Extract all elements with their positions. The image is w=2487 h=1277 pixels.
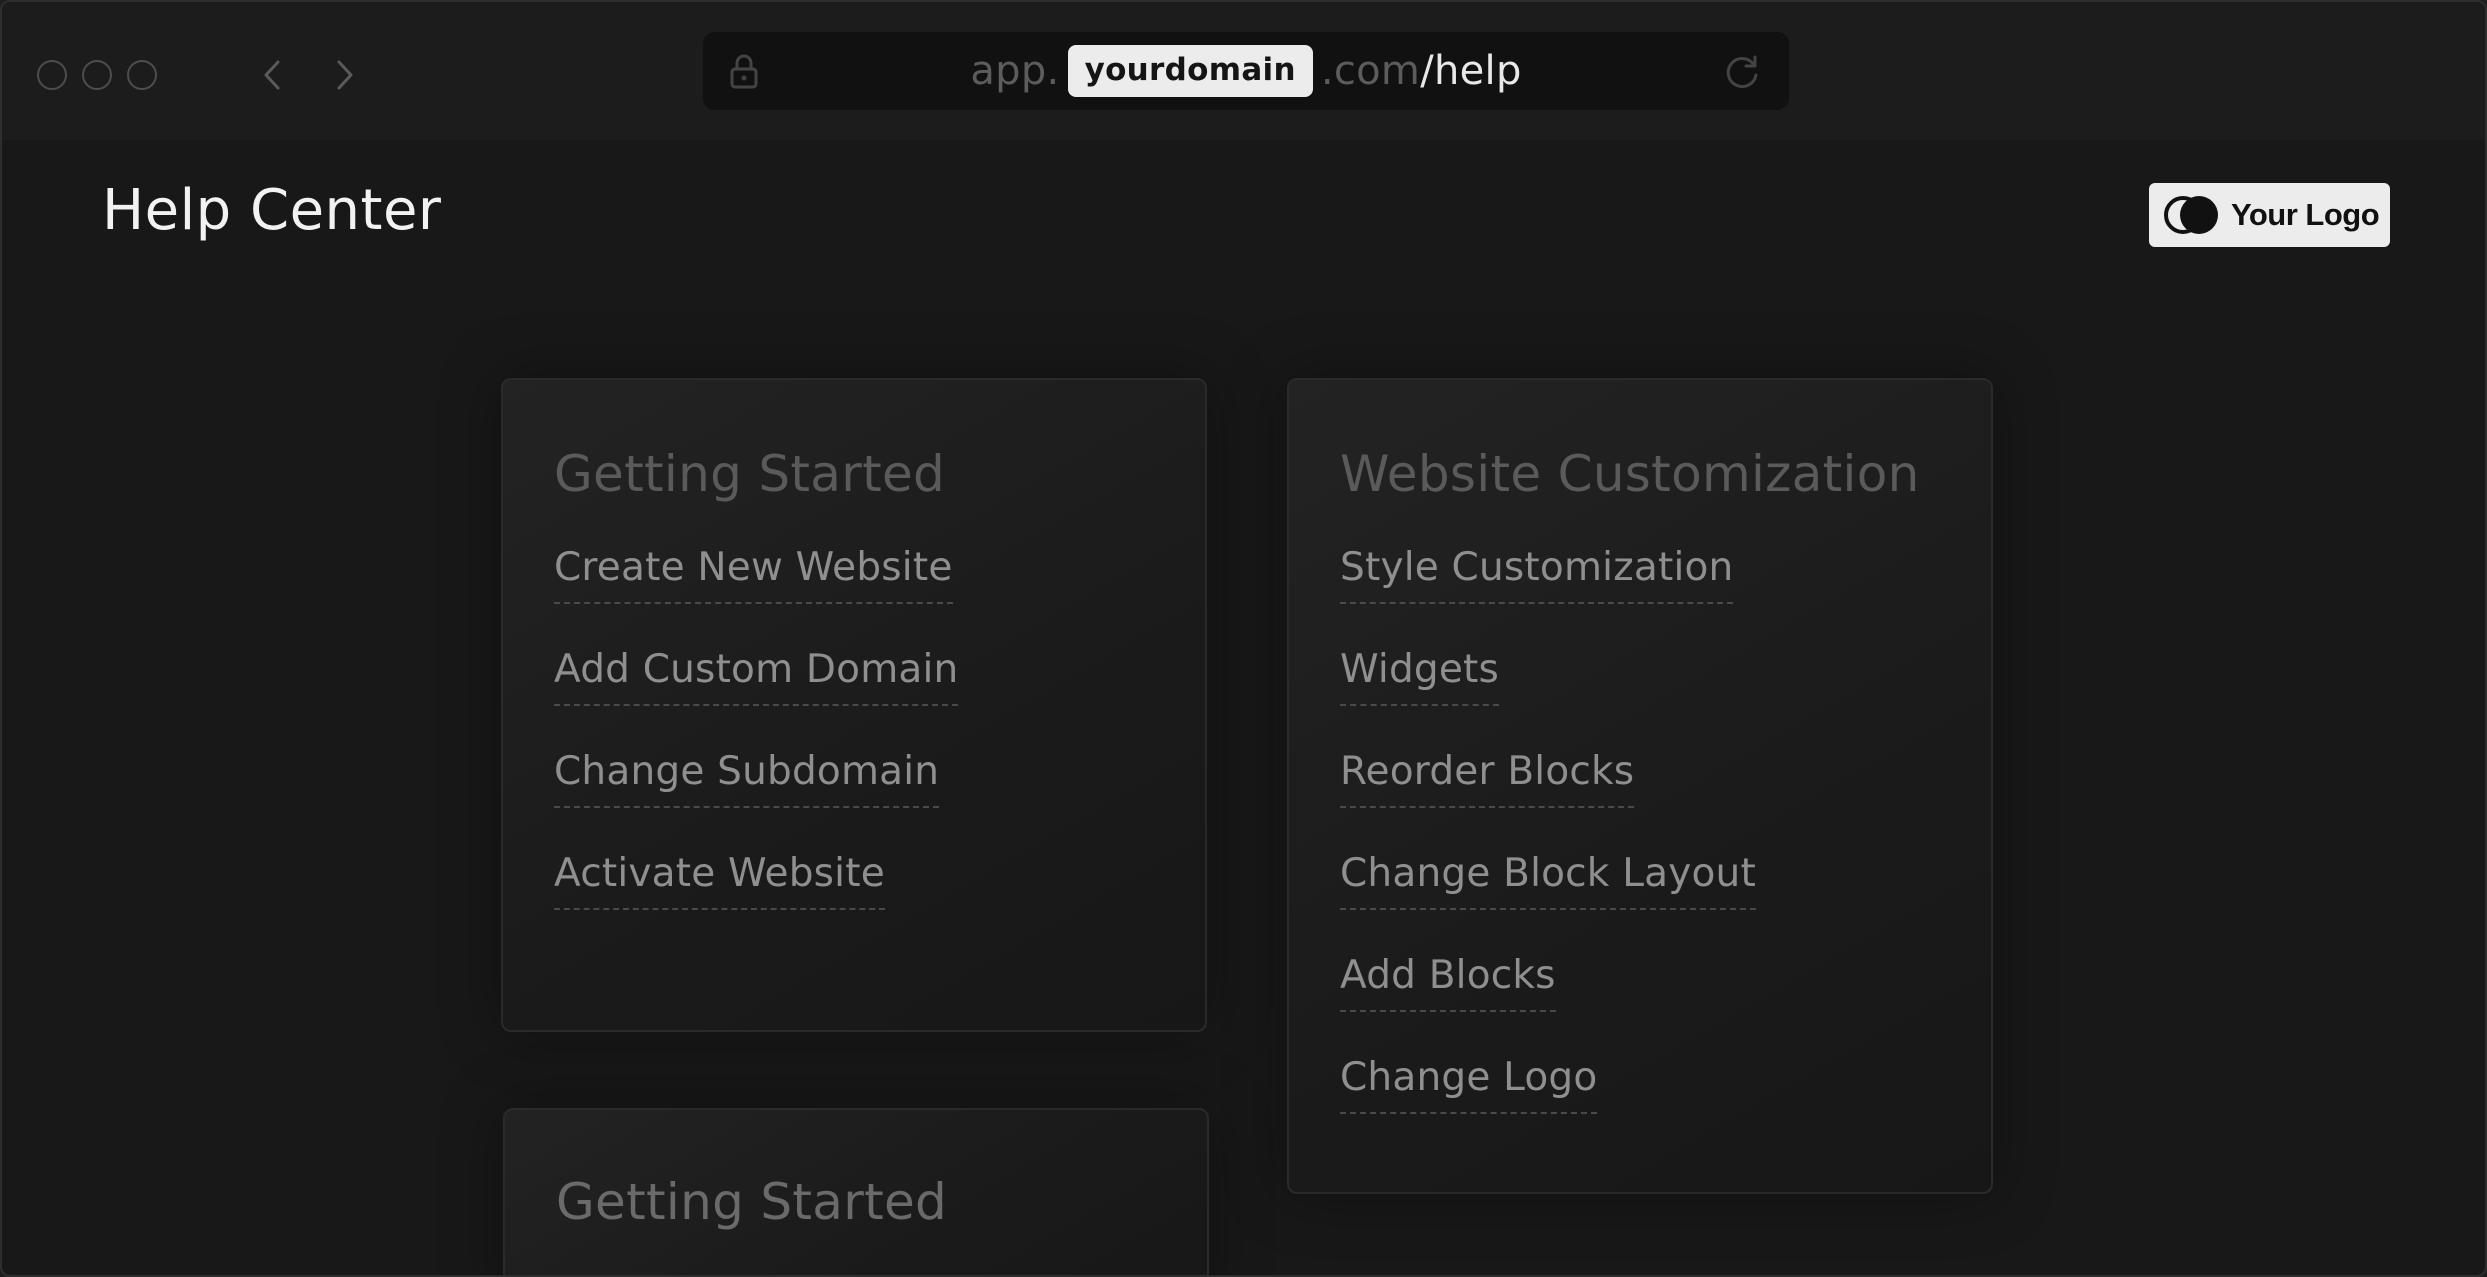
url-tld: .com [1320,48,1421,94]
logo-text: Your Logo [2231,197,2380,232]
help-link-change-subdomain[interactable]: Change Subdomain [554,746,940,808]
window-maximize-button[interactable] [127,60,157,90]
reload-icon[interactable] [1721,51,1763,93]
card-link-list: Style Customization Widgets Reorder Bloc… [1340,542,1991,1154]
card-title: Getting Started [556,1173,948,1231]
browser-toolbar: app. yourdomain .com /help [2,2,2485,140]
browser-window: app. yourdomain .com /help Help Center Y… [0,0,2487,1277]
logo-mark-icon [2164,196,2218,234]
help-card-website-customization: Website Customization Style Customizatio… [1287,378,1993,1194]
card-link-list: Create New Website Add Custom Domain Cha… [554,542,1205,950]
help-link-widgets[interactable]: Widgets [1340,644,1500,706]
help-link-style-customization[interactable]: Style Customization [1340,542,1734,604]
window-minimize-button[interactable] [82,60,112,90]
url-prefix: app. [970,48,1060,94]
url-domain-highlight: yourdomain [1067,45,1313,97]
help-link-change-logo[interactable]: Change Logo [1340,1052,1598,1114]
back-arrow-icon[interactable] [254,54,290,96]
card-title: Website Customization [1340,445,1920,503]
window-close-button[interactable] [37,60,67,90]
help-card-getting-started-2: Getting Started [503,1108,1209,1275]
help-link-activate-website[interactable]: Activate Website [554,848,885,910]
card-title: Getting Started [554,445,946,503]
help-card-getting-started: Getting Started Create New Website Add C… [501,378,1207,1032]
help-link-create-new-website[interactable]: Create New Website [554,542,953,604]
help-link-add-custom-domain[interactable]: Add Custom Domain [554,644,959,706]
brand-logo[interactable]: Your Logo [2149,183,2390,247]
help-link-reorder-blocks[interactable]: Reorder Blocks [1340,746,1635,808]
url-path: /help [1420,48,1522,94]
url-text: app. yourdomain .com /help [703,32,1789,110]
address-bar[interactable]: app. yourdomain .com /help [703,32,1789,110]
help-link-add-blocks[interactable]: Add Blocks [1340,950,1556,1012]
page-title: Help Center [102,178,442,243]
help-link-change-block-layout[interactable]: Change Block Layout [1340,848,1756,910]
forward-arrow-icon[interactable] [327,54,363,96]
